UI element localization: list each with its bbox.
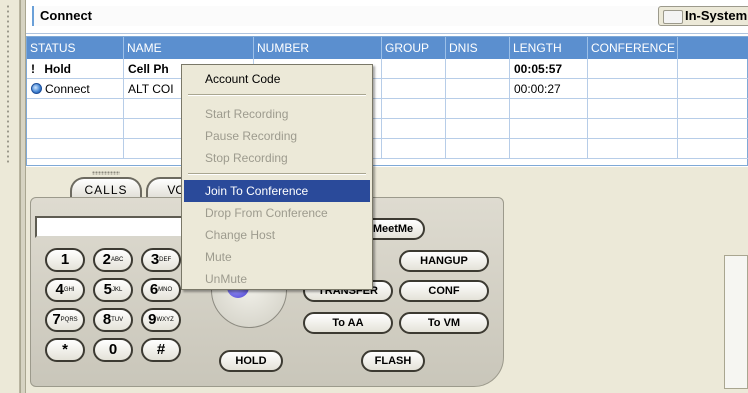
row-conference	[588, 79, 678, 99]
key-9[interactable]: 9WXYZ	[141, 308, 181, 332]
dial-input[interactable]	[35, 216, 205, 238]
row-status: ! Hold	[27, 59, 124, 79]
row-group	[382, 79, 446, 99]
connect-icon	[31, 83, 42, 94]
col-dnis[interactable]: DNIS	[446, 37, 510, 59]
status-text: Connect	[45, 82, 90, 96]
status-text: Hold	[44, 62, 72, 76]
table-row-empty	[27, 119, 748, 139]
menu-item-account-code[interactable]: Account Code	[184, 68, 370, 90]
side-panel	[724, 255, 748, 389]
menu-separator	[188, 94, 366, 96]
hold-icon: !	[31, 62, 35, 76]
calls-grid: STATUS NAME NUMBER GROUP DNIS LENGTH CON…	[26, 36, 748, 166]
menu-item-unmute[interactable]: UnMute	[184, 268, 370, 290]
key-5[interactable]: 5JKL	[93, 278, 133, 302]
key-0[interactable]: 0	[93, 338, 133, 362]
hangup-button[interactable]: HANGUP	[399, 250, 489, 272]
row-length: 00:00:27	[510, 79, 588, 99]
menu-item-drop-conference[interactable]: Drop From Conference	[184, 202, 370, 224]
tab-grip-icon	[92, 171, 120, 175]
to-vm-button[interactable]: To VM	[399, 312, 489, 334]
row-dnis	[446, 59, 510, 79]
col-name[interactable]: NAME	[124, 37, 254, 59]
gutter-grip[interactable]	[6, 4, 10, 164]
table-row[interactable]: Connect ALT COI 00:00:27	[27, 79, 748, 99]
hold-button[interactable]: HOLD	[219, 350, 283, 372]
key-2[interactable]: 2ABC	[93, 248, 133, 272]
left-gutter	[0, 0, 20, 393]
menu-item-join-conference[interactable]: Join To Conference	[184, 180, 370, 202]
col-length[interactable]: LENGTH	[510, 37, 588, 59]
key-4[interactable]: 4GHI	[45, 278, 85, 302]
key-hash[interactable]: #	[141, 338, 181, 362]
table-row[interactable]: ! Hold Cell Ph 00:05:57	[27, 59, 748, 79]
phone-area: CALLS VO 1 2ABC 3DEF 4GHI 5JKL 6MNO 7PQR…	[26, 167, 748, 393]
key-1[interactable]: 1	[45, 248, 85, 272]
col-status[interactable]: STATUS	[27, 37, 124, 59]
connect-title: Connect	[40, 8, 92, 23]
table-row-empty	[27, 139, 748, 159]
col-group[interactable]: GROUP	[382, 37, 446, 59]
to-aa-button[interactable]: To AA	[303, 312, 393, 334]
connect-bar: Connect In-System	[26, 0, 748, 34]
in-system-button[interactable]: In-System	[658, 6, 748, 26]
row-dnis	[446, 79, 510, 99]
col-empty	[678, 37, 748, 59]
connect-bar-inner: Connect In-System	[32, 6, 748, 26]
key-8[interactable]: 8TUV	[93, 308, 133, 332]
row-status: Connect	[27, 79, 124, 99]
menu-separator	[188, 173, 366, 175]
key-star[interactable]: *	[45, 338, 85, 362]
call-context-menu: Account Code Start Recording Pause Recor…	[181, 64, 373, 290]
grid-header: STATUS NAME NUMBER GROUP DNIS LENGTH CON…	[27, 37, 748, 59]
menu-item-pause-recording[interactable]: Pause Recording	[184, 125, 370, 147]
menu-item-stop-recording[interactable]: Stop Recording	[184, 147, 370, 169]
col-number[interactable]: NUMBER	[254, 37, 382, 59]
row-length: 00:05:57	[510, 59, 588, 79]
key-7[interactable]: 7PQRS	[45, 308, 85, 332]
row-conference	[588, 59, 678, 79]
col-conference[interactable]: CONFERENCE	[588, 37, 678, 59]
menu-item-change-host[interactable]: Change Host	[184, 224, 370, 246]
key-3[interactable]: 3DEF	[141, 248, 181, 272]
key-6[interactable]: 6MNO	[141, 278, 181, 302]
row-group	[382, 59, 446, 79]
flash-button[interactable]: FLASH	[361, 350, 425, 372]
menu-item-mute[interactable]: Mute	[184, 246, 370, 268]
menu-item-start-recording[interactable]: Start Recording	[184, 103, 370, 125]
conf-button[interactable]: CONF	[399, 280, 489, 302]
table-row-empty	[27, 99, 748, 119]
